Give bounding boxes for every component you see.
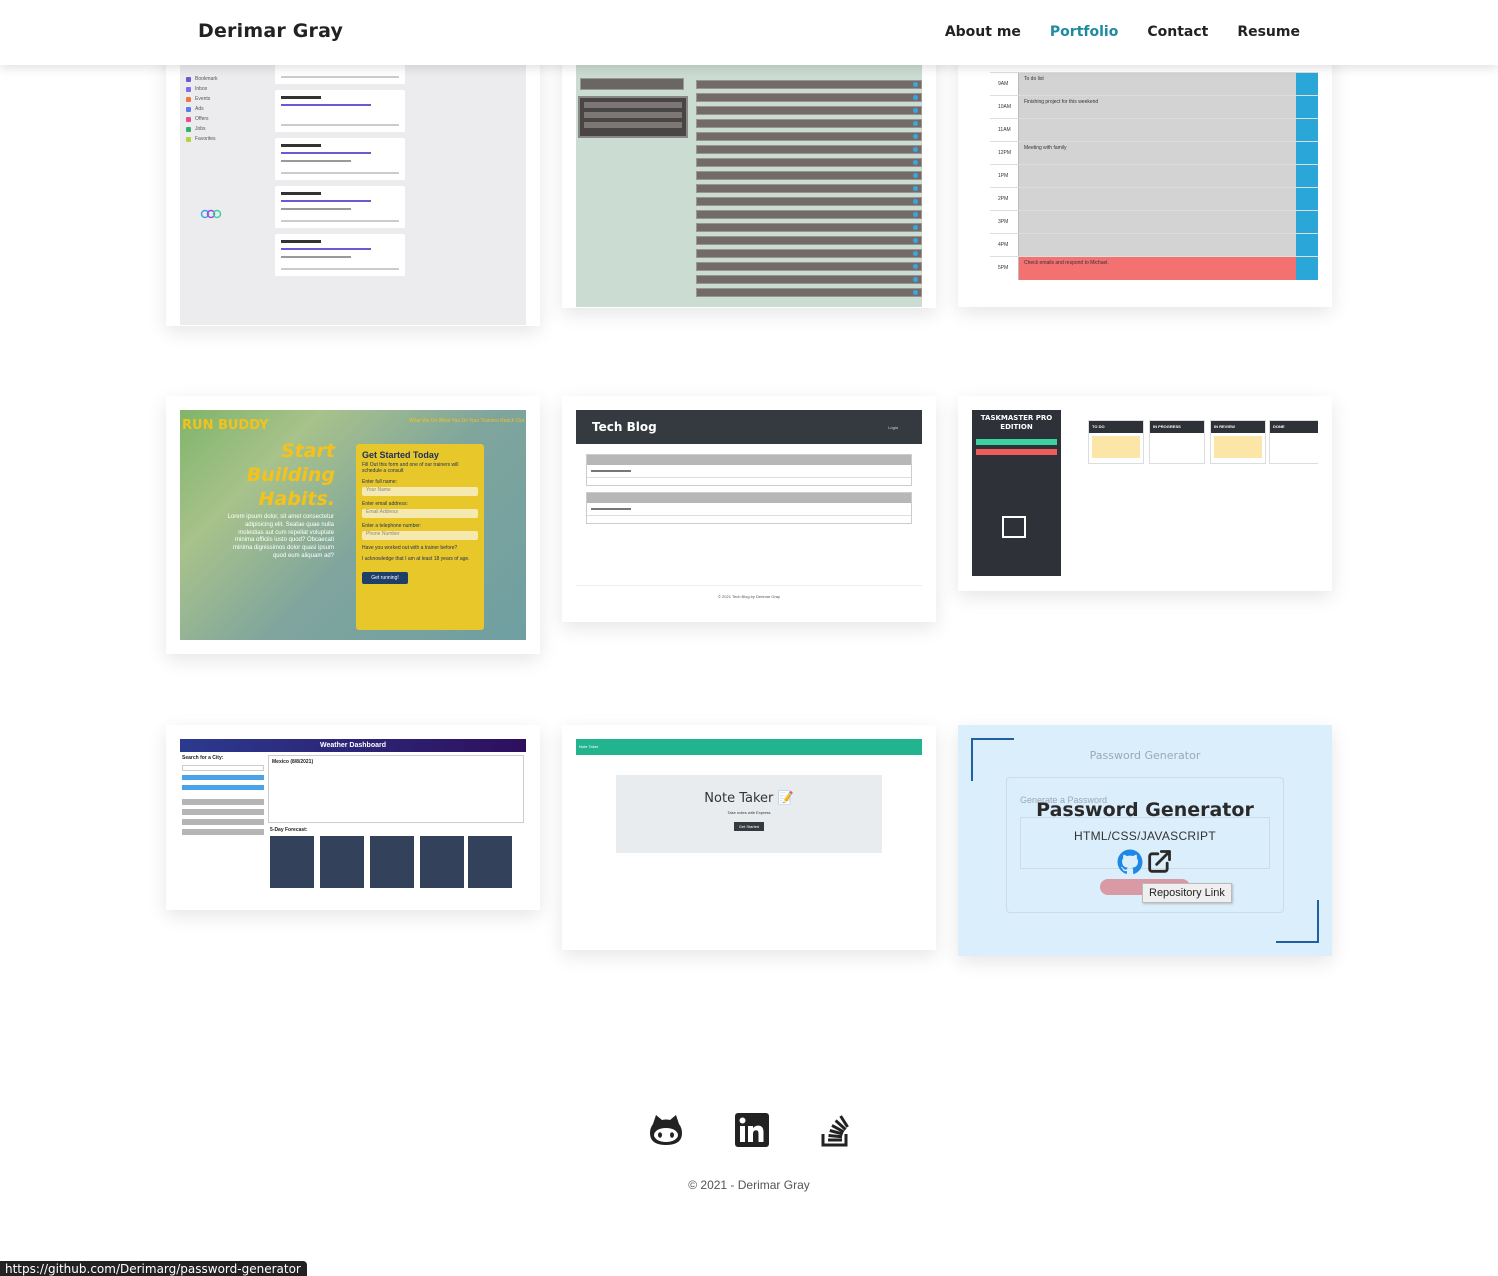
project-thumbnail: RUN BUDDY What We Do What You Do Your Tr… xyxy=(180,410,526,640)
corner-frame-bottom-right xyxy=(1276,900,1319,943)
stackoverflow-icon[interactable] xyxy=(820,1112,852,1148)
thumb-feed xyxy=(275,54,405,282)
project-card-run-buddy[interactable]: RUN BUDDY What We Do What You Do Your Tr… xyxy=(166,396,540,654)
project-tech: HTML/CSS/JAVASCRIPT xyxy=(1074,829,1216,843)
footer-copyright: © 2021 - Derimar Gray xyxy=(688,1178,810,1192)
status-bar-url: https://github.com/Derimarg/password-gen… xyxy=(0,1261,307,1276)
nav-portfolio[interactable]: Portfolio xyxy=(1050,24,1118,40)
project-card-social[interactable]: Bookmark Inbox Events Ads Offers Jobs Fa… xyxy=(166,40,540,326)
project-thumbnail xyxy=(576,54,922,307)
brand-name[interactable]: Derimar Gray xyxy=(198,20,343,42)
github-repo-icon[interactable] xyxy=(1117,849,1143,875)
project-thumbnail: Weather Dashboard Search for a City: Mex… xyxy=(180,739,526,896)
project-title: Password Generator xyxy=(1036,799,1254,821)
thumb-signup-form: Get Started Today Fill Out this form and… xyxy=(356,444,484,630)
project-card-weather[interactable]: Weather Dashboard Search for a City: Mex… xyxy=(166,725,540,910)
project-card-taskmaster[interactable]: TASKMASTER PRO EDITION TO DO IN PROGRESS… xyxy=(958,396,1332,591)
project-card-list-app[interactable] xyxy=(562,40,936,308)
corner-frame-top-left xyxy=(971,738,1014,781)
checkbox-icon xyxy=(1002,516,1026,538)
project-thumbnail: Bookmark Inbox Events Ads Offers Jobs Fa… xyxy=(180,54,526,325)
project-card-tech-blog[interactable]: Tech Blog Login © 2021 Tech Blog by Deri… xyxy=(562,396,936,622)
nav-about-me[interactable]: About me xyxy=(945,24,1021,40)
thumb-list xyxy=(696,80,922,301)
project-thumbnail: TASKMASTER PRO EDITION TO DO IN PROGRESS… xyxy=(972,410,1318,577)
linkedin-icon[interactable] xyxy=(734,1112,770,1148)
thumb-sidebar: Bookmark Inbox Events Ads Offers Jobs Fa… xyxy=(186,74,266,144)
nav-contact[interactable]: Contact xyxy=(1147,24,1208,40)
site-header: Derimar Gray About me Portfolio Contact … xyxy=(0,0,1498,65)
project-thumbnail: Note Taker Note Taker 📝 Take notes with … xyxy=(576,739,922,936)
project-card-password-generator[interactable]: Password Generator Generate a Password P… xyxy=(958,725,1332,956)
repository-link-tooltip: Repository Link xyxy=(1142,883,1232,903)
project-thumbnail: Tech Blog Login © 2021 Tech Blog by Deri… xyxy=(576,410,922,608)
rings-logo-icon xyxy=(200,209,222,219)
main-nav: About me Portfolio Contact Resume xyxy=(945,24,1300,40)
nav-resume[interactable]: Resume xyxy=(1237,24,1300,40)
project-card-note-taker[interactable]: Note Taker Note Taker 📝 Take notes with … xyxy=(562,725,936,950)
project-card-scheduler[interactable]: 9AM To do list 10AM Finishing project for … xyxy=(958,40,1332,307)
github-icon[interactable] xyxy=(647,1112,685,1150)
project-thumbnail: 9AM To do list 10AM Finishing project for … xyxy=(972,54,1318,306)
external-link-icon[interactable] xyxy=(1145,848,1173,876)
